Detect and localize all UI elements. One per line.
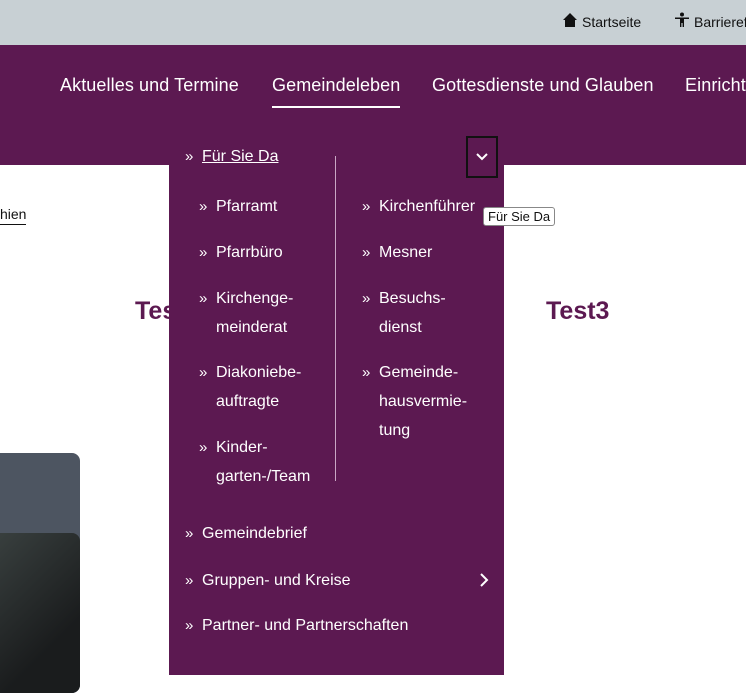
double-chevron-right-icon: » xyxy=(362,290,371,307)
menu-item-pfarramt[interactable]: » Pfarramt xyxy=(199,192,277,221)
background-link[interactable]: hien xyxy=(0,206,27,225)
heading-test3: Test3 xyxy=(546,297,610,325)
top-utility-bar: Startseite Barrieref xyxy=(0,0,746,45)
nav-item-gemeindeleben[interactable]: Gemeindeleben xyxy=(272,75,401,108)
chevron-right-icon[interactable] xyxy=(476,572,492,588)
nav-item-einrichtungen[interactable]: Einricht xyxy=(685,75,746,96)
home-link[interactable]: Startseite xyxy=(562,12,641,31)
menu-item-kindergarten[interactable]: » Kinder- garten-/Team xyxy=(199,433,310,491)
double-chevron-right-icon: » xyxy=(199,244,208,261)
menu-item-kirchengemeinderat[interactable]: » Kirchenge- meinderat xyxy=(199,284,293,342)
double-chevron-right-icon: » xyxy=(185,617,194,634)
content-card-image xyxy=(0,533,80,693)
menu-item-fuer-sie-da[interactable]: » Für Sie Da xyxy=(185,142,278,171)
double-chevron-right-icon: » xyxy=(199,198,208,215)
nav-item-aktuelles[interactable]: Aktuelles und Termine xyxy=(60,75,239,96)
menu-item-mesner[interactable]: » Mesner xyxy=(362,238,432,267)
home-label: Startseite xyxy=(582,13,642,30)
accessibility-label: Barrieref xyxy=(694,13,746,30)
submenu-toggle-button[interactable] xyxy=(466,136,498,178)
gemeindeleben-dropdown: » Für Sie Da » Pfarramt » Pfarrbüro » Ki… xyxy=(169,136,504,675)
menu-item-kirchenfuehrer[interactable]: » Kirchenführer xyxy=(362,192,475,221)
menu-item-gemeindebrief[interactable]: » Gemeindebrief xyxy=(185,519,307,548)
menu-item-diakoniebeauftragte[interactable]: » Diakoniebe- auftragte xyxy=(199,358,301,416)
nav-item-gottesdienste[interactable]: Gottesdienste und Glauben xyxy=(432,75,654,96)
menu-item-partner[interactable]: » Partner- und Partnerschaften xyxy=(185,611,408,640)
column-divider xyxy=(335,156,336,481)
tooltip: Für Sie Da xyxy=(483,207,556,226)
double-chevron-right-icon: » xyxy=(185,525,194,542)
menu-item-pfarrbuero[interactable]: » Pfarrbüro xyxy=(199,238,283,267)
home-icon xyxy=(562,12,578,31)
accessibility-icon xyxy=(674,12,690,31)
double-chevron-right-icon: » xyxy=(199,439,208,456)
menu-item-besuchsdienst[interactable]: » Besuchs- dienst xyxy=(362,284,446,342)
double-chevron-right-icon: » xyxy=(199,364,208,381)
double-chevron-right-icon: » xyxy=(362,198,371,215)
double-chevron-right-icon: » xyxy=(362,244,371,261)
double-chevron-right-icon: » xyxy=(185,148,194,165)
accessibility-link[interactable]: Barrieref xyxy=(674,12,746,31)
menu-item-gemeindehausvermietung[interactable]: » Gemeinde- hausvermie- tung xyxy=(362,358,467,445)
double-chevron-right-icon: » xyxy=(362,364,371,381)
menu-item-gruppen-und-kreise[interactable]: » Gruppen- und Kreise xyxy=(185,566,351,595)
double-chevron-right-icon: » xyxy=(199,290,208,307)
double-chevron-right-icon: » xyxy=(185,572,194,589)
chevron-down-icon xyxy=(476,153,488,161)
